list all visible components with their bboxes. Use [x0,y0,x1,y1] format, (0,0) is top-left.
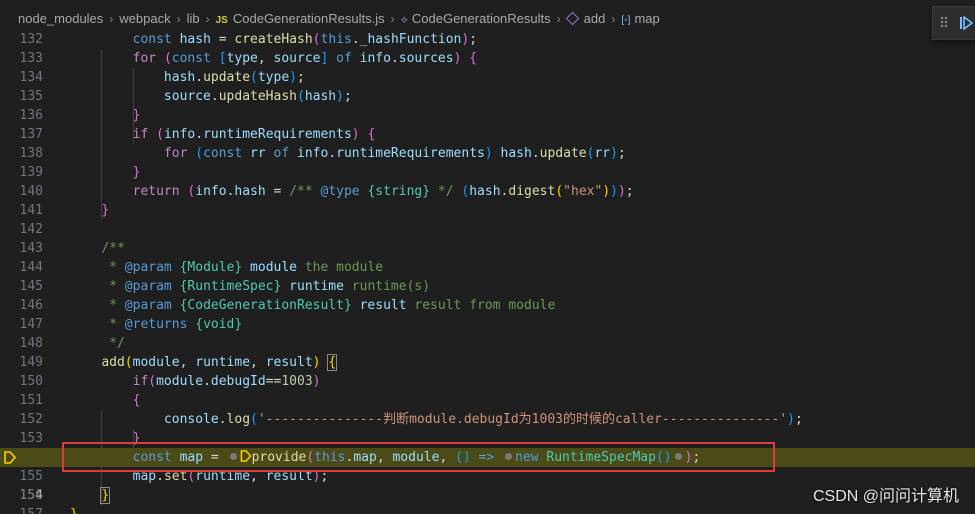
code-line: 149 add(module, runtime, result) { [0,353,975,372]
class-symbol-icon: ⟡ [400,14,408,26]
code-line: 146 * @param {CodeGenerationResult} resu… [0,296,975,315]
chevron-right-icon: › [205,12,210,26]
code-line: 140 return (info.hash = /** @type {strin… [0,182,975,201]
line-number: 140 [19,184,43,199]
line-number: 150 [19,374,43,389]
breadcrumb-variable[interactable]: map [634,11,659,26]
line-number: 142 [19,222,43,237]
breadcrumb-class[interactable]: CodeGenerationResults [412,11,551,26]
method-icon [565,11,579,26]
code-line: 138 for (const rr of info.runtimeRequire… [0,144,975,163]
current-execution-line: 154 const map = provide(this.map, module… [0,448,975,503]
line-number: 146 [19,298,43,313]
watermark: CSDN @问问计算机 [812,488,959,505]
inline-breakpoint-icon[interactable] [505,453,513,460]
line-number: 144 [19,260,43,275]
code-line: 134 hash.update(type); [0,68,975,87]
code-line: 153 } [0,429,975,448]
debug-stackframe-arrow-icon[interactable] [4,451,16,464]
code-line: 139 } [0,163,975,182]
code-editor[interactable]: 132 const hash = createHash(this._hashFu… [0,30,975,514]
code-line: 157} [0,505,975,514]
debug-stackframe-arrow-icon[interactable] [240,450,252,462]
code-line: 133 for (const [type, source] of info.so… [0,49,975,68]
code-line: 142 [0,220,975,239]
chevron-right-icon: › [176,12,181,26]
inline-breakpoint-icon[interactable] [229,453,237,460]
line-number: 132 [19,32,43,47]
code-line: 135 source.updateHash(hash); [0,87,975,106]
code-line: 152 console.log('---------------判断module… [0,410,975,429]
code-line: 143 /** [0,239,975,258]
line-number: 135 [19,89,43,104]
breadcrumb-file[interactable]: CodeGenerationResults.js [233,11,385,26]
line-number: 157 [12,505,43,514]
line-number: 137 [19,127,43,142]
line-number: 153 [19,431,43,446]
code-line: 148 */ [0,334,975,353]
line-number: 148 [19,336,43,351]
line-number: 152 [19,412,43,427]
breadcrumb-node-modules[interactable]: node_modules [18,11,103,26]
code-line: 145 * @param {RuntimeSpec} runtime runti… [0,277,975,296]
chevron-right-icon: › [109,12,114,26]
continue-icon[interactable] [959,16,973,30]
line-number: 138 [19,146,43,161]
code-line: 132 const hash = createHash(this._hashFu… [0,30,975,49]
breadcrumb-method[interactable]: add [584,11,606,26]
line-number: 134 [19,70,43,85]
code-line: 150 if(module.debugId==1003) [0,372,975,391]
breadcrumb-lib[interactable]: lib [187,11,200,26]
line-number: 141 [19,203,43,218]
string-literal: "hex" [563,184,603,199]
chevron-right-icon: › [556,12,561,26]
string-literal: '---------------判断module.debugId为1003的时候… [257,412,788,427]
code-line: 136 } [0,106,975,125]
drag-handle-icon[interactable] [940,16,948,28]
chevron-right-icon: › [611,12,616,26]
line-number: 139 [19,165,43,180]
inline-breakpoint-icon[interactable] [674,453,682,460]
line-number: 143 [19,241,43,256]
line-number: 133 [19,51,43,66]
line-number: 151 [19,393,43,408]
code-line: 137 if (info.runtimeRequirements) { [0,125,975,144]
code-line: 141 } [0,201,975,220]
variable-icon: [◦] [621,15,631,26]
code-line: 144 * @param {Module} module the module [0,258,975,277]
line-number: 155 [19,469,43,484]
code-line: 151 { [0,391,975,410]
line-number: 149 [19,355,43,370]
line-number: 145 [19,279,43,294]
line-number: 156 [19,488,43,503]
line-number: 136 [19,108,43,123]
breadcrumb-webpack[interactable]: webpack [119,11,170,26]
line-number: 147 [19,317,43,332]
number-literal: 1003 [281,374,313,389]
code-line: 147 * @returns {void} [0,315,975,334]
chevron-right-icon: › [390,12,395,26]
javascript-file-icon: JS [215,15,228,26]
